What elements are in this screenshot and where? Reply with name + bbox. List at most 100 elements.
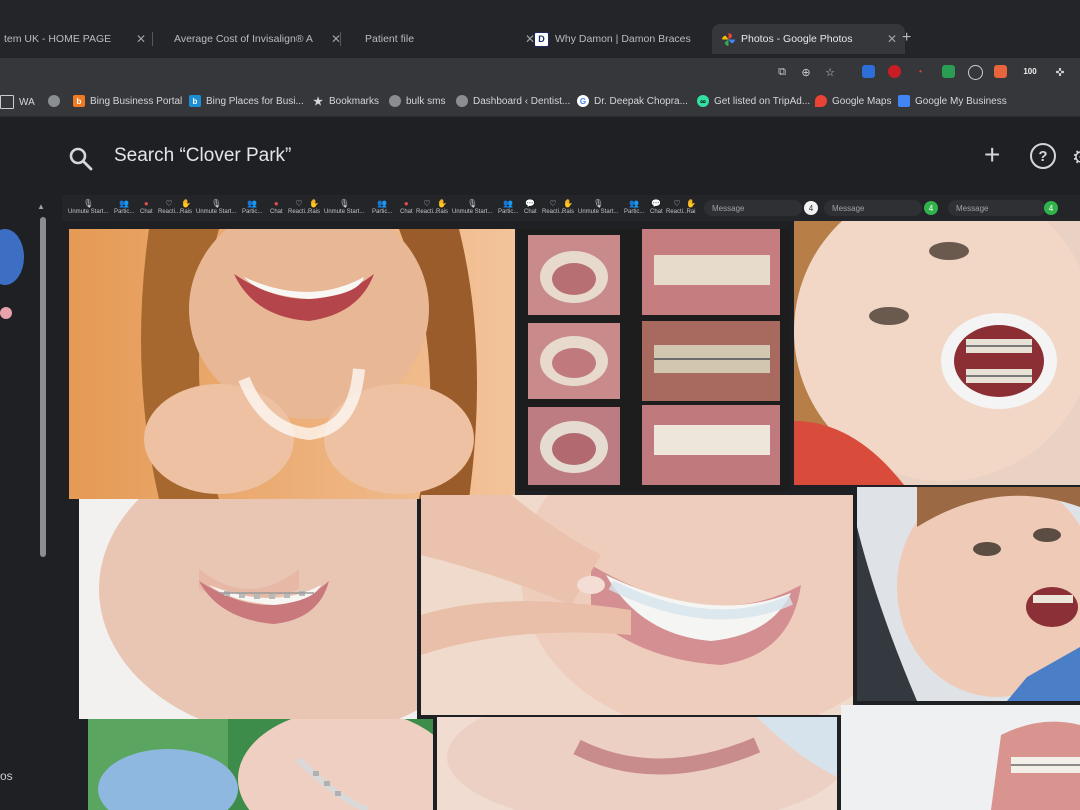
extension-badge-icon[interactable]: 100 bbox=[1020, 65, 1040, 78]
bookmark-wa[interactable]: WA bbox=[0, 95, 35, 109]
extension-red-shield-icon[interactable] bbox=[888, 65, 901, 78]
nav-dot[interactable] bbox=[0, 307, 12, 319]
bookmark-bing-places[interactable]: b Bing Places for Busi... bbox=[189, 95, 304, 107]
extension-green-icon[interactable] bbox=[942, 65, 955, 78]
tab-title: Why Damon | Damon Braces bbox=[555, 33, 691, 45]
tab-title: Photos - Google Photos bbox=[741, 33, 853, 45]
message-input[interactable]: Message bbox=[948, 200, 1046, 216]
bing-icon: b bbox=[189, 95, 201, 107]
install-app-icon[interactable]: ⧉ bbox=[774, 64, 790, 80]
photo-thumbnail[interactable] bbox=[79, 499, 417, 719]
bookmark-dashboard-dentist[interactable]: Dashboard ‹ Dentist... bbox=[456, 95, 570, 107]
tab-divider bbox=[340, 32, 341, 46]
bookmark-google-maps[interactable]: Google Maps bbox=[815, 95, 891, 107]
tab-patient-file[interactable]: Patient file ✕ bbox=[345, 24, 543, 54]
tab-divider bbox=[152, 32, 153, 46]
message-input[interactable]: Message bbox=[704, 200, 802, 216]
globe-icon bbox=[389, 95, 401, 107]
bookmark-deepak-chopra[interactable]: G Dr. Deepak Chopra... bbox=[577, 95, 688, 107]
tab-home-page[interactable]: tem UK - HOME PAGE ✕ bbox=[0, 24, 154, 54]
unmute-button[interactable]: 🎙 Unmute Start... bbox=[452, 199, 492, 215]
chat-button[interactable]: 💬 Chat bbox=[524, 199, 537, 215]
bookmark-bookmarks[interactable]: ★ Bookmarks bbox=[312, 95, 380, 108]
participants-button[interactable]: 👥 Partic... bbox=[114, 199, 134, 215]
tab-title: Patient file bbox=[365, 33, 415, 45]
tab-damon-braces[interactable]: D Why Damon | Damon Braces bbox=[528, 24, 709, 54]
chat-button[interactable]: ● Chat bbox=[400, 199, 413, 215]
zoom-icon[interactable]: ⊕ bbox=[798, 64, 814, 80]
photo-thumbnail[interactable] bbox=[88, 719, 433, 810]
raise-hand-button[interactable]: ✋ Rais bbox=[180, 199, 192, 215]
participants-button[interactable]: 👥 Partic... bbox=[372, 199, 392, 215]
bookmark-label: WA bbox=[19, 96, 35, 108]
photo-thumbnail[interactable] bbox=[857, 487, 1080, 701]
tab-invisalign-cost[interactable]: Average Cost of Invisalign® A ✕ bbox=[160, 24, 349, 54]
folder-icon bbox=[0, 95, 14, 109]
scroll-up-arrow-icon[interactable]: ▲ bbox=[37, 202, 45, 211]
photo-thumbnail[interactable] bbox=[518, 229, 790, 491]
bookmark-star-icon[interactable]: ☆ bbox=[822, 64, 838, 80]
bookmark-globe[interactable] bbox=[48, 95, 65, 107]
raise-hand-button[interactable]: ✋ Rais bbox=[562, 199, 574, 215]
extension-blue-icon[interactable] bbox=[862, 65, 875, 78]
bookmark-google-my-business[interactable]: Google My Business bbox=[898, 95, 1007, 107]
photo-thumbnail[interactable] bbox=[437, 717, 837, 810]
create-button[interactable]: + bbox=[984, 141, 1000, 169]
reactions-button[interactable]: ♡ Reacti... bbox=[542, 199, 564, 215]
chat-button[interactable]: 💬 Chat bbox=[650, 199, 663, 215]
photo-thumbnail[interactable] bbox=[794, 221, 1080, 485]
bookmark-tripadvisor[interactable]: ∞ Get listed on TripAd... bbox=[697, 95, 810, 107]
raise-hand-button[interactable]: ✋ Rais bbox=[436, 199, 448, 215]
help-button[interactable]: ? bbox=[1030, 143, 1056, 169]
extension-red-dot-icon[interactable]: • bbox=[914, 65, 927, 78]
count-badge: 4 bbox=[804, 201, 818, 215]
bookmark-label: Bookmarks bbox=[329, 95, 380, 107]
bookmark-label: Bing Places for Busi... bbox=[206, 95, 304, 107]
bookmark-bing-business-portal[interactable]: b Bing Business Portal bbox=[73, 95, 182, 107]
reactions-button[interactable]: ♡ Reacti... bbox=[288, 199, 310, 215]
search-icon[interactable] bbox=[68, 146, 94, 172]
extension-orange-icon[interactable] bbox=[994, 65, 1007, 78]
bookmark-label: Google Maps bbox=[832, 95, 892, 107]
count-badge: 4 bbox=[924, 201, 938, 215]
raise-hand-button[interactable]: ✋ Rai bbox=[686, 199, 696, 215]
unmute-button[interactable]: 🎙 Unmute Start... bbox=[578, 199, 618, 215]
scrollbar-thumb[interactable] bbox=[40, 217, 46, 557]
chat-button[interactable]: ● Chat bbox=[270, 199, 283, 215]
bookmark-label: Get listed on TripAd... bbox=[714, 95, 811, 107]
raise-hand-button[interactable]: ✋ Rais bbox=[308, 199, 320, 215]
gmb-icon bbox=[898, 95, 910, 107]
browser-toolbar: ⧉ ⊕ ☆ • 100 ✜ bbox=[0, 58, 1080, 88]
tab-google-photos[interactable]: Photos - Google Photos ✕ bbox=[712, 24, 905, 54]
photo-thumbnail[interactable] bbox=[841, 705, 1080, 810]
extension-openai-icon[interactable] bbox=[968, 65, 983, 80]
chat-button[interactable]: ● Chat bbox=[140, 199, 153, 215]
google-photos-favicon-icon bbox=[722, 32, 735, 46]
unmute-button[interactable]: 🎙 Unmute Start... bbox=[196, 199, 236, 215]
search-input[interactable]: Search “Clover Park” bbox=[114, 145, 291, 167]
participants-button[interactable]: 👥 Partic... bbox=[498, 199, 518, 215]
bookmark-label: Google My Business bbox=[915, 95, 1007, 107]
photo-thumbnail[interactable] bbox=[69, 229, 515, 499]
close-icon[interactable]: ✕ bbox=[887, 32, 897, 46]
reactions-button[interactable]: ♡ Reacti... bbox=[666, 199, 688, 215]
reactions-button[interactable]: ♡ Reacti... bbox=[416, 199, 438, 215]
message-input[interactable]: Message bbox=[824, 200, 922, 216]
settings-icon[interactable]: ⚙ bbox=[1072, 145, 1080, 170]
bing-icon: b bbox=[73, 95, 85, 107]
photo-thumbnail[interactable] bbox=[421, 495, 853, 715]
nav-indicator[interactable] bbox=[0, 229, 24, 285]
participants-button[interactable]: 👥 Partic... bbox=[242, 199, 262, 215]
bookmark-bulk-sms[interactable]: bulk sms bbox=[389, 95, 445, 107]
close-icon[interactable]: ✕ bbox=[136, 32, 146, 46]
extensions-puzzle-icon[interactable]: ✜ bbox=[1052, 64, 1068, 80]
bookmarks-bar: WA b Bing Business Portal b Bing Places … bbox=[0, 88, 1080, 117]
globe-icon bbox=[48, 95, 60, 107]
unmute-button[interactable]: 🎙 Unmute Start... bbox=[324, 199, 364, 215]
damon-favicon-icon: D bbox=[534, 31, 549, 47]
participants-button[interactable]: 👥 Partic... bbox=[624, 199, 644, 215]
new-tab-button[interactable]: + bbox=[902, 29, 911, 47]
star-icon: ★ bbox=[313, 95, 323, 108]
unmute-button[interactable]: 🎙 Unmute Start... bbox=[68, 199, 108, 215]
reactions-button[interactable]: ♡ Reacti... bbox=[158, 199, 180, 215]
